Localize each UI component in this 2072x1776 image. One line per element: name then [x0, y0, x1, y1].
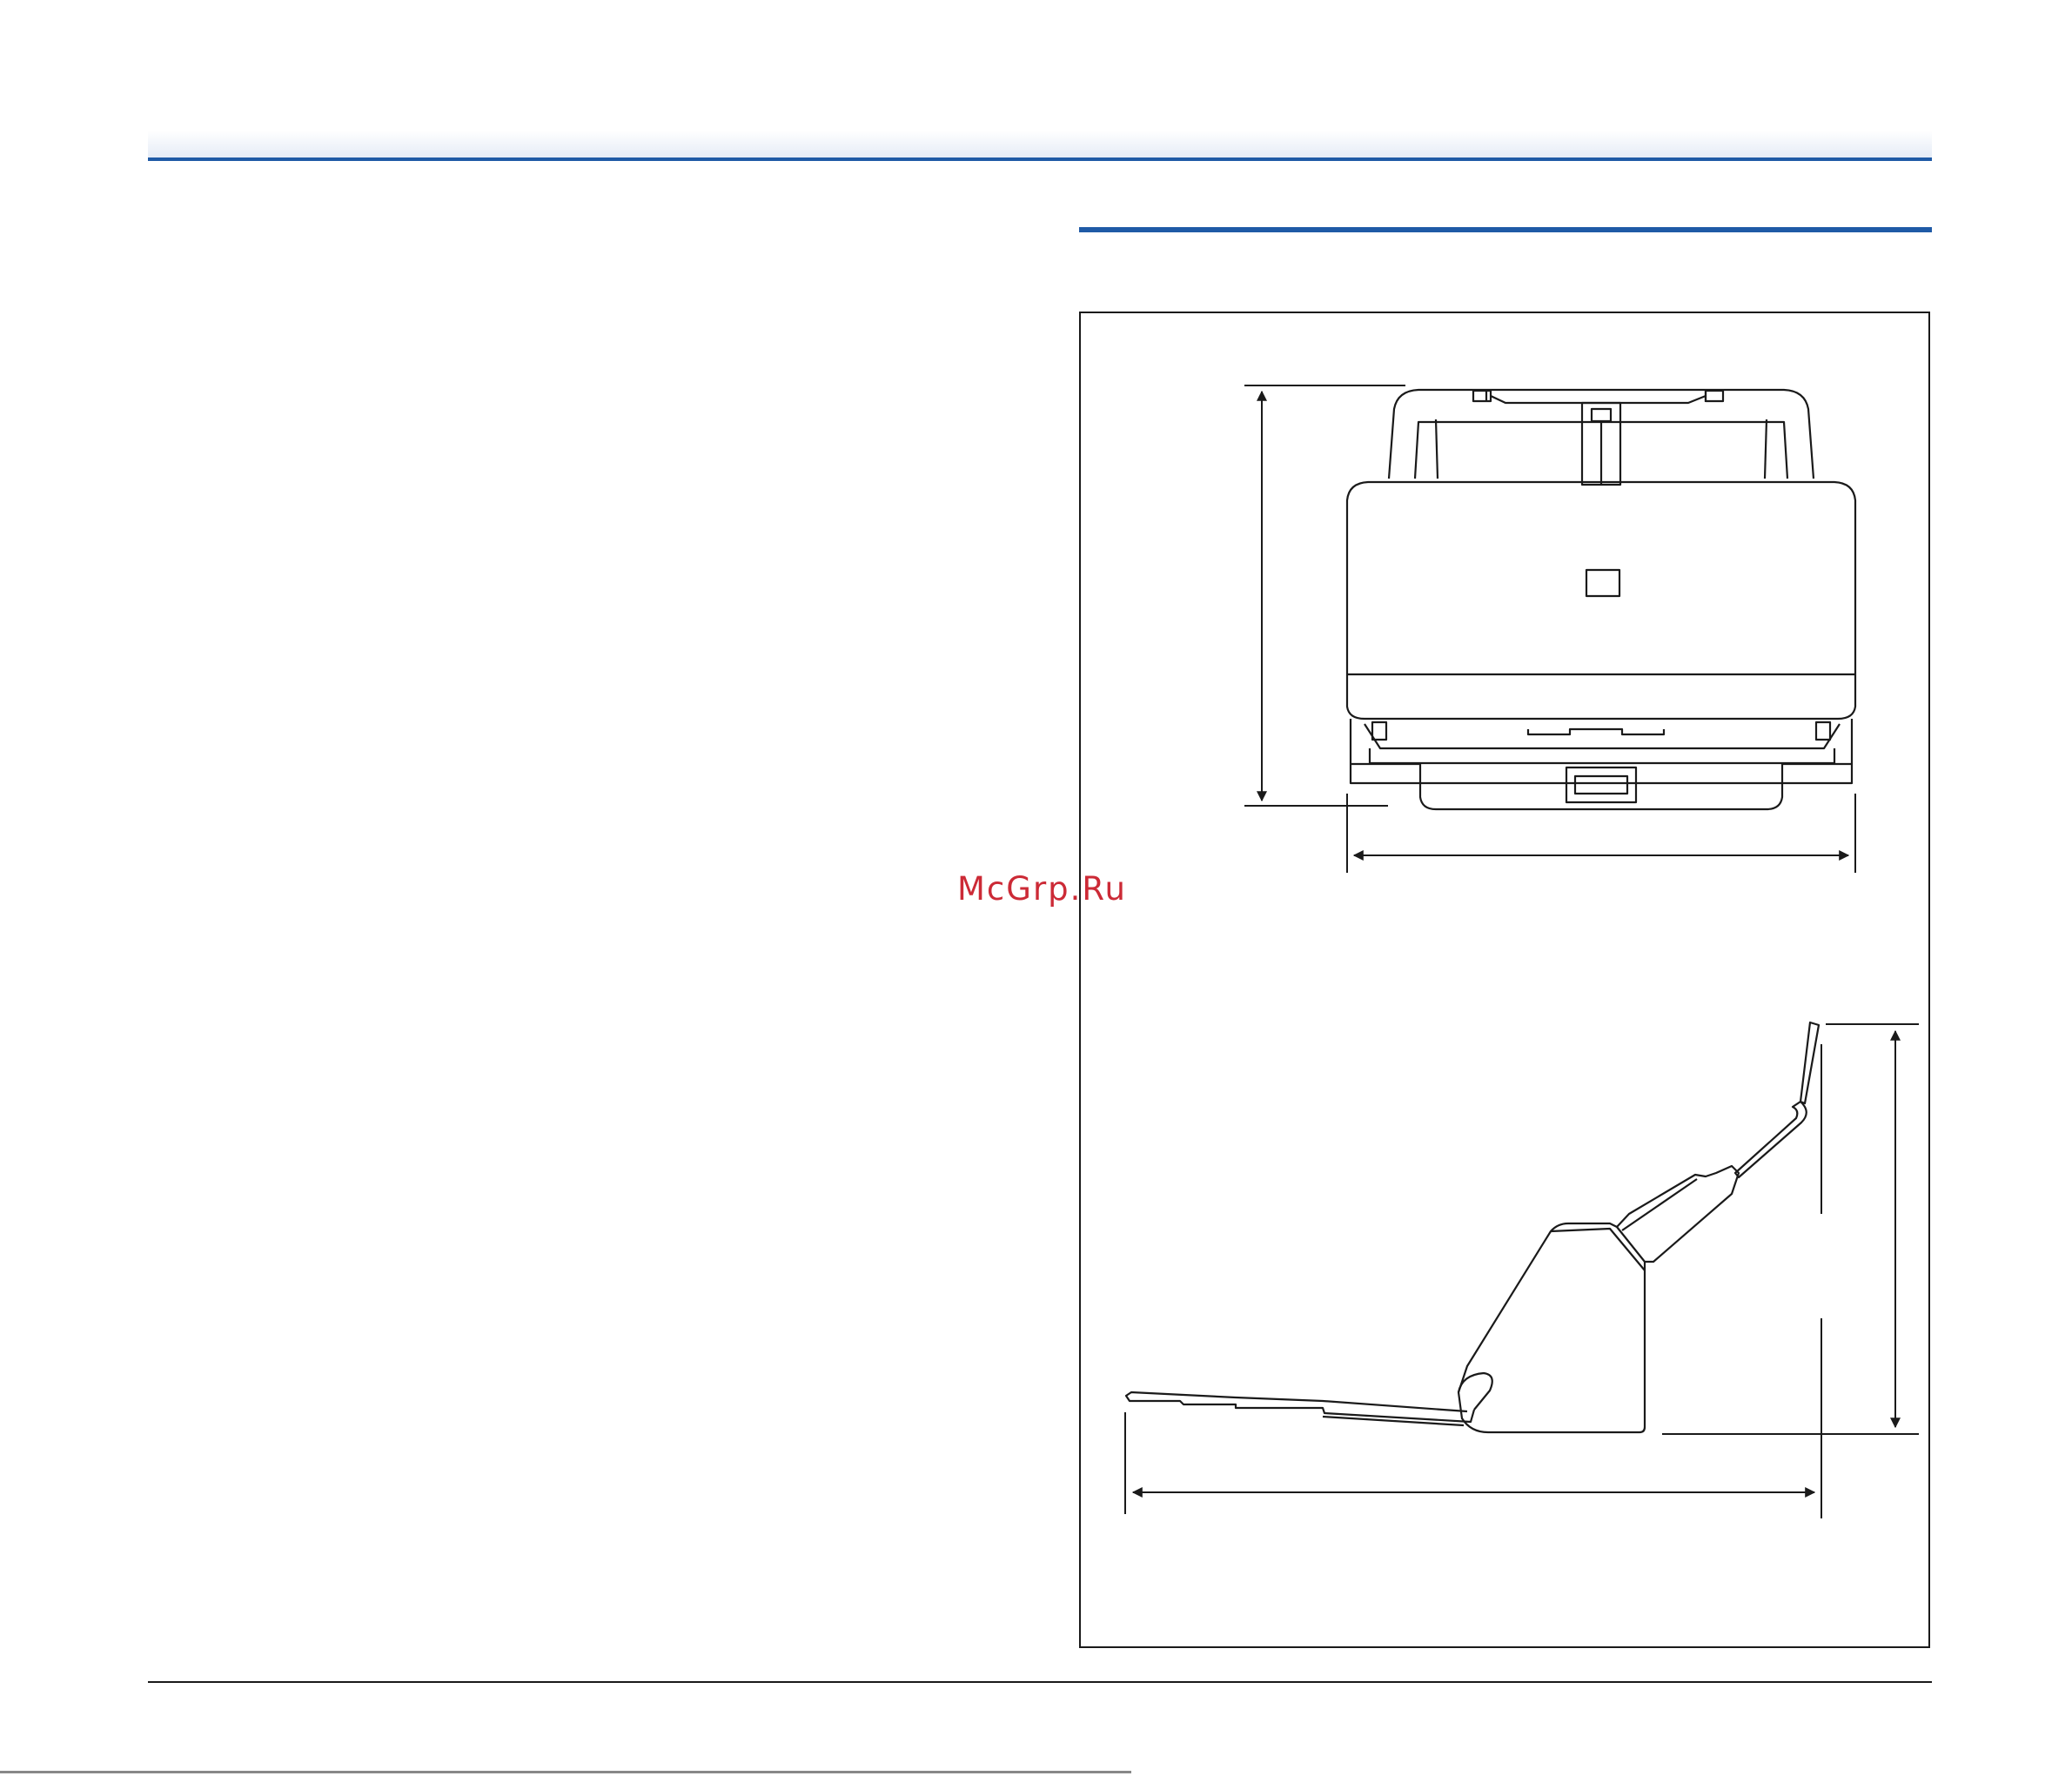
footer-rule [148, 1681, 1932, 1683]
front-output-tray-handle [1565, 766, 1638, 804]
watermark: McGrp.Ru [957, 870, 1127, 908]
side-height-dimension [1662, 1023, 1919, 1518]
front-guide-tab-left [1472, 389, 1492, 403]
side-main-body [1457, 1222, 1646, 1434]
bottom-edge-line [0, 1771, 1131, 1773]
front-power-button [1585, 568, 1621, 598]
front-view [1345, 388, 1857, 811]
side-feed-tray [1615, 1164, 1740, 1263]
front-height-dimension [1244, 385, 1405, 807]
side-feed-extension [1799, 1021, 1821, 1105]
side-view [1124, 1021, 1821, 1434]
front-guide-tab-right [1704, 389, 1725, 403]
front-main-body [1345, 480, 1857, 720]
side-output-tray [1124, 1391, 1476, 1424]
